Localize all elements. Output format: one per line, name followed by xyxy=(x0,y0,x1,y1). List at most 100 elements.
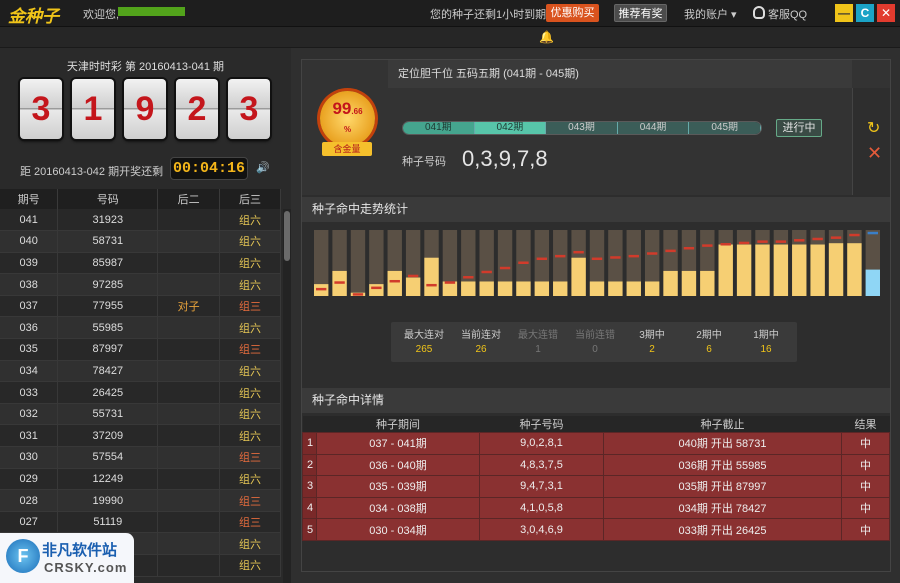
seed-summary: 99.66% 含金量 定位胆千位 五码五期 (041期 - 045期) 041期… xyxy=(302,60,890,195)
draw-row[interactable]: 027 51119 组三 xyxy=(0,511,281,534)
draw-cell: 19990 xyxy=(57,489,159,512)
draw-cell: 58731 xyxy=(57,230,159,253)
draw-cell xyxy=(157,360,221,383)
chart-marker xyxy=(316,287,327,291)
draw-digit: 3 xyxy=(228,79,270,139)
draw-row[interactable]: 034 78427 组六 xyxy=(0,360,281,383)
details-header: 种子期间 xyxy=(316,416,480,433)
detail-row[interactable]: 5 030 - 034期 3,0,4,6,9 033期 开出 26425 中 xyxy=(302,518,890,541)
draw-cell: 028 xyxy=(0,489,59,512)
draw-table-scrollbar[interactable] xyxy=(283,209,291,583)
detail-end: 036期 开出 55985 xyxy=(603,453,842,477)
draw-cell: 039 xyxy=(0,252,59,275)
chart-marker xyxy=(628,254,639,258)
draw-cell: 027 xyxy=(0,511,59,534)
draw-row[interactable]: 032 55731 组六 xyxy=(0,403,281,426)
close-window-button[interactable]: ✕ xyxy=(877,4,895,22)
scroll-thumb[interactable] xyxy=(284,211,290,261)
app-logo: 金种子 xyxy=(8,7,59,27)
detail-numbers: 4,1,0,5,8 xyxy=(479,496,604,520)
draw-table-header: 号码 xyxy=(57,189,159,209)
trend-section-title: 种子命中走势统计 xyxy=(302,197,890,222)
chart-bar xyxy=(387,270,402,296)
draw-cell: 040 xyxy=(0,230,59,253)
detail-result: 中 xyxy=(841,432,890,455)
stat-value: 265 xyxy=(415,344,433,355)
detail-row[interactable]: 3 035 - 039期 9,4,7,3,1 035期 开出 87997 中 xyxy=(302,475,890,498)
chart-marker xyxy=(720,243,731,246)
draw-row[interactable]: 029 12249 组六 xyxy=(0,468,281,491)
minimize-button[interactable]: — xyxy=(835,4,853,22)
draw-cell: 组六 xyxy=(219,468,281,491)
chart-marker xyxy=(683,246,695,250)
draw-table-header: 后二 xyxy=(157,189,221,209)
chart-bar xyxy=(828,243,844,296)
draw-cell: 038 xyxy=(0,273,59,296)
draw-row[interactable]: 036 55985 组六 xyxy=(0,316,281,340)
trend-stat: 当前连错 0 xyxy=(566,326,624,355)
draw-cell xyxy=(157,532,221,555)
draw-row[interactable]: 033 26425 组六 xyxy=(0,381,281,404)
buy-button[interactable]: 优惠购买 xyxy=(546,4,599,22)
stat-label: 当前连对 xyxy=(461,330,501,341)
detail-period: 036 - 040期 xyxy=(316,453,480,477)
draw-cell xyxy=(157,489,221,512)
in-progress-button[interactable]: 进行中 xyxy=(776,119,822,137)
chart-bar xyxy=(479,281,494,296)
bell-icon[interactable]: 🔔 xyxy=(539,30,554,44)
details-section-title: 种子命中详情 xyxy=(302,388,890,413)
draw-cell: 26425 xyxy=(57,381,159,404)
draw-cell: 对子 xyxy=(157,295,221,318)
draw-row[interactable]: 039 85987 组六 xyxy=(0,252,281,275)
detail-row[interactable]: 2 036 - 040期 4,8,3,7,5 036期 开出 55985 中 xyxy=(302,453,890,477)
speaker-icon[interactable]: 🔊 xyxy=(256,161,270,174)
draw-row[interactable]: 030 57554 组三 xyxy=(0,446,281,469)
draw-row[interactable]: 028 19990 组三 xyxy=(0,489,281,512)
chart-bar xyxy=(810,244,825,296)
draw-cell: 032 xyxy=(0,403,59,426)
chart-marker xyxy=(830,236,842,239)
gold-medal-badge: 99.66% 含金量 xyxy=(316,91,378,163)
draw-digit: 9 xyxy=(124,79,166,139)
welcome-text: 欢迎您, xyxy=(83,9,120,21)
trend-stat: 最大连对 265 xyxy=(395,326,453,355)
trend-stat: 2期中 6 xyxy=(680,326,738,355)
detail-end: 033期 开出 26425 xyxy=(603,518,842,541)
chart-marker xyxy=(481,270,492,274)
refresh-icon[interactable]: ↻ xyxy=(867,118,880,138)
medal-label: 含金量 xyxy=(322,142,372,156)
recommend-button[interactable]: 推荐有奖 xyxy=(614,4,667,22)
chart-bar xyxy=(626,281,641,296)
detail-numbers: 3,0,4,6,9 xyxy=(479,518,604,541)
service-qq-link[interactable]: 客服QQ xyxy=(768,6,807,22)
draw-row[interactable]: 041 31923 组六 xyxy=(0,209,281,232)
detail-end: 035期 开出 87997 xyxy=(603,475,842,498)
detail-row[interactable]: 4 034 - 038期 4,1,0,5,8 034期 开出 78427 中 xyxy=(302,496,890,520)
chart-marker xyxy=(794,239,805,242)
notification-bar: 🔔 xyxy=(0,27,900,48)
details-index-header xyxy=(302,416,317,433)
detail-row[interactable]: 1 037 - 041期 9,0,2,8,1 040期 开出 58731 中 xyxy=(302,432,890,455)
close-icon[interactable]: ✕ xyxy=(867,143,882,164)
draw-row[interactable]: 035 87997 组三 xyxy=(0,338,281,361)
detail-period: 030 - 034期 xyxy=(316,518,480,541)
draw-row[interactable]: 040 58731 组六 xyxy=(0,230,281,253)
draw-cell: 37209 xyxy=(57,424,159,448)
draw-row[interactable]: 031 37209 组六 xyxy=(0,424,281,448)
stat-label: 1期中 xyxy=(753,330,779,341)
chart-marker xyxy=(352,293,364,296)
draw-cell xyxy=(157,316,221,340)
draw-row[interactable]: 038 97285 组六 xyxy=(0,273,281,296)
draw-cell xyxy=(157,424,221,448)
chart-marker xyxy=(444,281,456,284)
chart-marker xyxy=(426,283,437,287)
draw-cell: 78427 xyxy=(57,360,159,383)
refresh-window-button[interactable]: C xyxy=(856,4,874,22)
draw-row[interactable]: 037 77955 对子 组三 xyxy=(0,295,281,318)
crsky-logo: F xyxy=(6,539,40,573)
draw-cell xyxy=(157,468,221,491)
stat-value: 26 xyxy=(475,344,487,355)
draw-cell: 组三 xyxy=(219,446,281,469)
draw-cell: 组六 xyxy=(219,252,281,275)
account-menu[interactable]: 我的账户 ▾ xyxy=(684,6,737,22)
